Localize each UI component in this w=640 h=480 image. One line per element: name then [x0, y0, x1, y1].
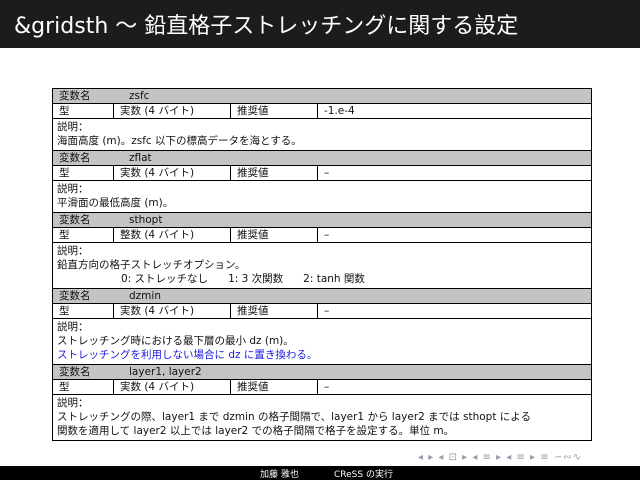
- description-block: 説明： 鉛直方向の格子ストレッチオプション。 0: ストレッチなし 1: 3 次関数 2…: [53, 242, 591, 288]
- description-line: ストレッチングの際、layer1 まで dzmin の格子間隔で、layer1 …: [57, 411, 531, 423]
- var-name: dzmin: [129, 290, 161, 302]
- description-block: 説明： ストレッチングの際、layer1 まで dzmin の格子間隔で、laye…: [53, 394, 591, 440]
- description-line: ストレッチング時における最下層の最小 dz (m)。: [57, 335, 294, 347]
- var-name: zsfc: [129, 90, 150, 102]
- description-block: 説明： 平滑面の最低高度 (m)。: [53, 180, 591, 212]
- type-value: 実数 (4 バイト): [113, 304, 230, 318]
- variable-table: 変数名 zsfc 型実数 (4 バイト) 推奨値 -1.e-4 説明： 海面高度 (m)。z…: [52, 88, 592, 441]
- type-label: 型: [59, 105, 70, 117]
- type-value: 実数 (4 バイト): [113, 104, 230, 118]
- type-label: 型: [59, 167, 70, 179]
- type-label: 型: [59, 229, 70, 241]
- slide-title: &gridsth 〜 鉛直格子ストレッチングに関する設定: [14, 14, 519, 39]
- variable-name-row: 変数名 zsfc: [53, 89, 591, 103]
- variable-name-row: 変数名 dzmin: [53, 288, 591, 303]
- option-list: 0: ストレッチなし 1: 3 次関数 2: tanh 関数: [57, 272, 587, 286]
- recommended-value: –: [317, 166, 591, 180]
- description-line: 平滑面の最低高度 (m)。: [57, 197, 174, 209]
- description-label: 説明：: [57, 183, 89, 195]
- beamer-navigation-icons[interactable]: ◂ ▸ ◂ ⊡ ▸ ◂ ≡ ▸ ◂ ≡ ▸ ≡ ∽∾∿: [418, 452, 582, 463]
- description-label: 説明：: [57, 397, 89, 409]
- option-item: 1: 3 次関数: [228, 273, 284, 285]
- var-label: 変数名: [59, 90, 91, 102]
- description-note: ストレッチングを利用しない場合に dz に置き換わる。: [57, 349, 318, 361]
- footer-institution: CReSS の実行: [334, 470, 393, 480]
- description-label: 説明：: [57, 321, 89, 333]
- var-label: 変数名: [59, 366, 91, 378]
- recommended-value: –: [317, 304, 591, 318]
- description-label: 説明：: [57, 121, 89, 133]
- variable-type-row: 型 実数 (4 バイト) 推奨値 -1.e-4: [53, 103, 591, 118]
- recommended-label: 推奨値: [230, 380, 317, 394]
- var-name: layer1, layer2: [129, 366, 202, 378]
- type-label: 型: [59, 305, 70, 317]
- var-name: zflat: [129, 152, 152, 164]
- slide-header: &gridsth 〜 鉛直格子ストレッチングに関する設定: [0, 0, 640, 48]
- recommended-label: 推奨値: [230, 304, 317, 318]
- type-label: 型: [59, 381, 70, 393]
- description-line: 関数を適用して layer2 以上では layer2 での格子間隔で格子を設定す…: [57, 425, 455, 437]
- description-block: 説明： ストレッチング時における最下層の最小 dz (m)。ストレッチングを利用し…: [53, 318, 591, 364]
- variable-type-row: 型 実数 (4 バイト) 推奨値 –: [53, 379, 591, 394]
- type-value: 実数 (4 バイト): [113, 380, 230, 394]
- recommended-value: –: [317, 228, 591, 242]
- description-line: 鉛直方向の格子ストレッチオプション。: [57, 259, 246, 271]
- description-block: 説明： 海面高度 (m)。zsfc 以下の標高データを海とする。: [53, 118, 591, 150]
- recommended-value: -1.e-4: [317, 104, 591, 118]
- option-item: 2: tanh 関数: [303, 273, 365, 285]
- footer-author: 加藤 雅也: [260, 470, 299, 480]
- var-label: 変数名: [59, 214, 91, 226]
- var-name: sthopt: [129, 214, 163, 226]
- var-label: 変数名: [59, 290, 91, 302]
- variable-type-row: 型 実数 (4 バイト) 推奨値 –: [53, 165, 591, 180]
- description-label: 説明：: [57, 245, 89, 257]
- var-label: 変数名: [59, 152, 91, 164]
- recommended-label: 推奨値: [230, 104, 317, 118]
- type-value: 実数 (4 バイト): [113, 166, 230, 180]
- description-line: 海面高度 (m)。zsfc 以下の標高データを海とする。: [57, 135, 302, 147]
- variable-name-row: 変数名 sthopt: [53, 212, 591, 227]
- variable-type-row: 型 実数 (4 バイト) 推奨値 –: [53, 303, 591, 318]
- type-value: 整数 (4 バイト): [113, 228, 230, 242]
- recommended-value: –: [317, 380, 591, 394]
- variable-name-row: 変数名 layer1, layer2: [53, 364, 591, 379]
- slide-footer: 加藤 雅也 CReSS の実行: [0, 466, 640, 480]
- recommended-label: 推奨値: [230, 166, 317, 180]
- variable-name-row: 変数名 zflat: [53, 150, 591, 165]
- variable-type-row: 型 整数 (4 バイト) 推奨値 –: [53, 227, 591, 242]
- option-item: 0: ストレッチなし: [121, 273, 209, 285]
- recommended-label: 推奨値: [230, 228, 317, 242]
